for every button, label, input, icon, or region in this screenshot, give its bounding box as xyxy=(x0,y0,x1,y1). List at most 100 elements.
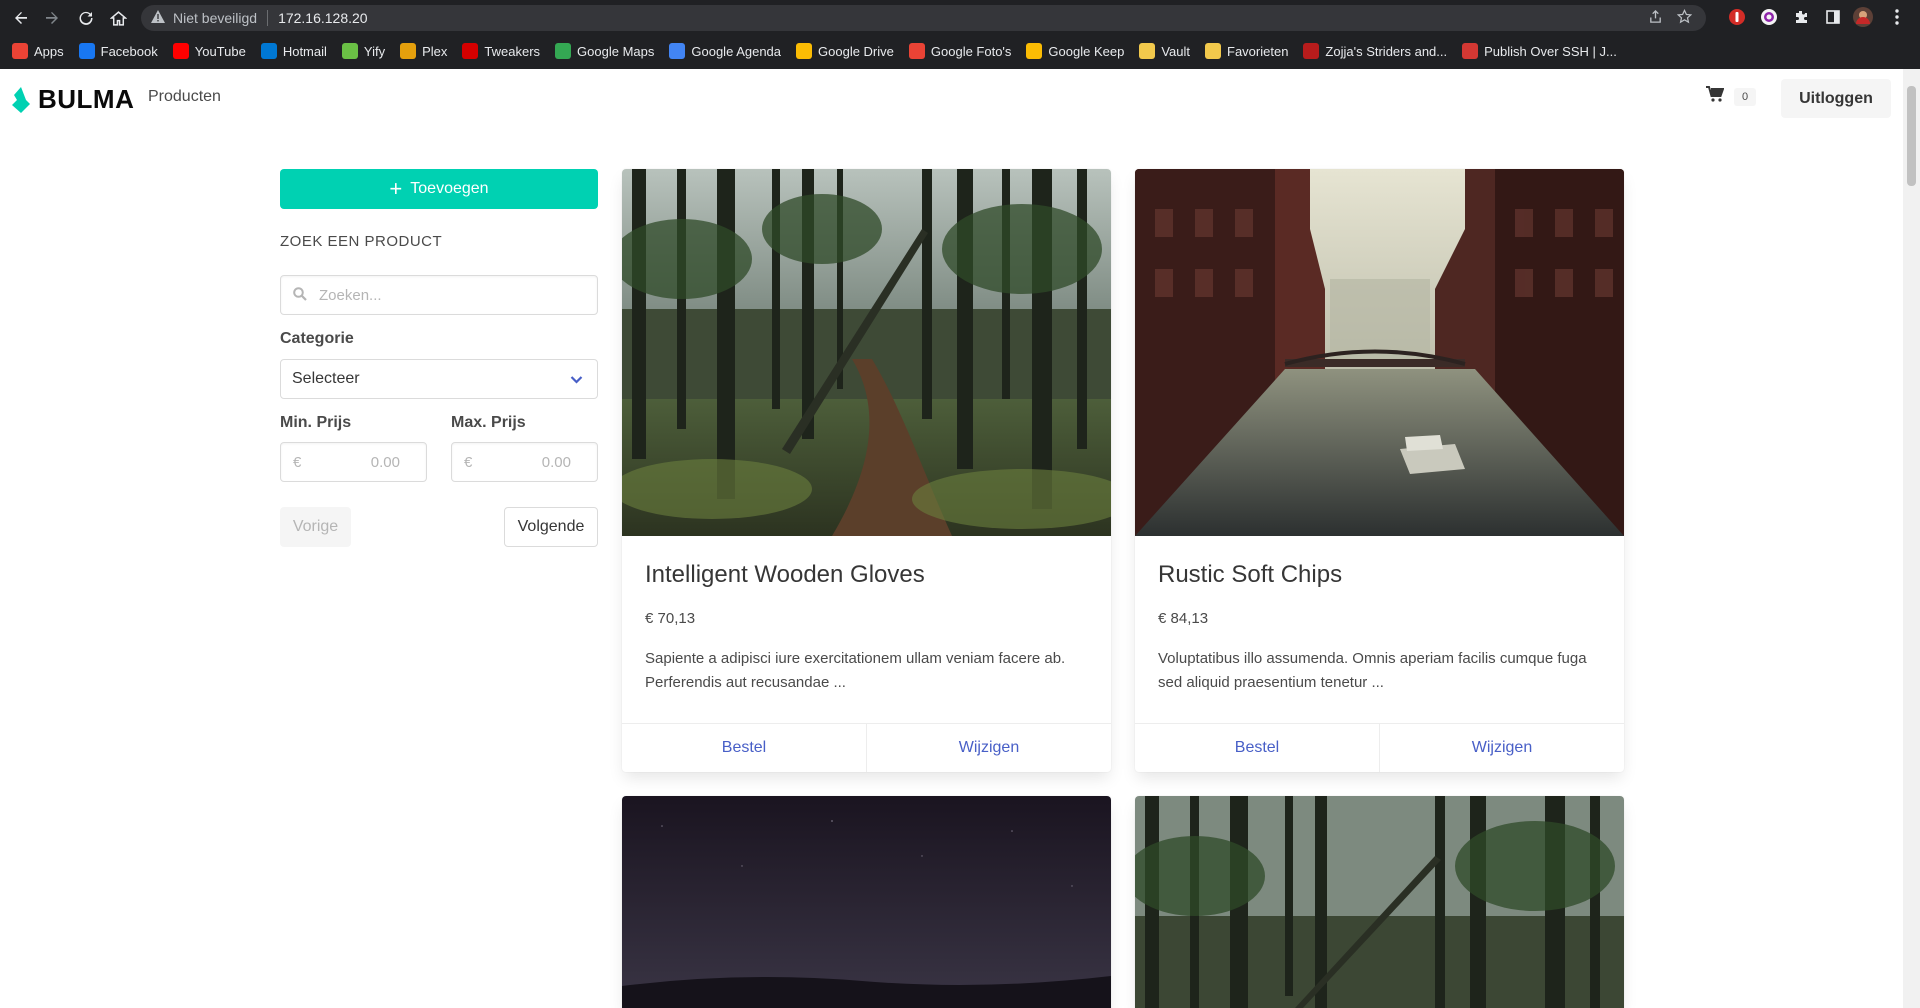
calendar-icon xyxy=(669,43,686,59)
bookmark-label: Vault xyxy=(1161,43,1190,59)
separator xyxy=(267,10,269,26)
bookmark-label: Apps xyxy=(34,43,64,59)
card-content: Rustic Soft Chips € 84,13 Voluptatibus i… xyxy=(1135,536,1624,723)
bookmark-label: Plex xyxy=(422,43,448,59)
omnibox-actions xyxy=(1648,8,1693,28)
bookmark-label: Tweakers xyxy=(484,43,541,59)
extension-icon[interactable] xyxy=(1758,6,1780,28)
product-card-partial xyxy=(1135,796,1624,1008)
back-icon[interactable] xyxy=(9,6,33,30)
home-icon[interactable] xyxy=(106,6,130,30)
reload-icon[interactable] xyxy=(74,6,98,30)
edit-button[interactable]: Wijzigen xyxy=(1379,724,1624,772)
youtube-icon xyxy=(172,43,189,59)
brand-logo[interactable]: BULMA xyxy=(12,84,134,115)
plus-icon: + xyxy=(389,176,403,201)
address-bar[interactable]: Niet beveiligd 172.16.128.20 xyxy=(141,5,1706,31)
product-image-night-sky xyxy=(622,796,1111,1008)
bookmark-item[interactable]: Plex xyxy=(400,43,447,59)
bookmark-item[interactable]: Hotmail xyxy=(260,43,327,59)
bookmarks-bar: Apps Facebook YouTube Hotmail Yify Plex Tweake… xyxy=(0,38,1920,64)
min-price-label: Min. Prijs xyxy=(280,414,352,431)
photos-icon xyxy=(908,43,925,59)
maps-pin-icon xyxy=(555,43,572,59)
navbar: BULMA Producten 0 Uitloggen xyxy=(0,69,1900,126)
folder-icon xyxy=(1139,43,1156,59)
yify-icon xyxy=(341,43,358,59)
edit-button[interactable]: Wijzigen xyxy=(866,724,1111,772)
search-field[interactable] xyxy=(280,275,598,315)
euro-icon: € xyxy=(293,453,302,471)
bookmark-label: Google Drive xyxy=(818,43,894,59)
add-product-button[interactable]: + Toevoegen xyxy=(280,169,598,209)
bookmark-item[interactable]: Vault xyxy=(1139,43,1190,59)
bookmark-item[interactable]: Google Maps xyxy=(555,43,654,59)
product-image-canal xyxy=(1135,169,1624,536)
drive-icon xyxy=(796,43,813,59)
bookmark-item[interactable]: Yify xyxy=(341,43,385,59)
max-price-placeholder: 0.00 xyxy=(541,453,571,471)
order-button[interactable]: Bestel xyxy=(1135,724,1379,772)
cart-button[interactable]: 0 xyxy=(1706,86,1757,107)
bookmark-item[interactable]: Zojja's Striders and... xyxy=(1303,43,1447,59)
bookmark-item[interactable]: Tweakers xyxy=(462,43,540,59)
category-selected-value: Selecteer xyxy=(292,370,360,387)
menu-kebab-icon[interactable] xyxy=(1886,6,1908,28)
bookmark-label: Google Maps xyxy=(577,43,655,59)
apps-grid-icon xyxy=(12,43,28,59)
max-price-label: Max. Prijs xyxy=(451,414,526,431)
side-panel-icon[interactable] xyxy=(1822,6,1844,28)
bookmark-item[interactable]: Google Foto's xyxy=(908,43,1011,59)
min-price-placeholder: 0.00 xyxy=(370,453,400,471)
bookmark-label: Google Keep xyxy=(1048,43,1125,59)
url-text[interactable]: 172.16.128.20 xyxy=(278,10,368,26)
bookmark-label: Hotmail xyxy=(282,43,327,59)
profile-avatar-icon[interactable] xyxy=(1852,6,1874,28)
page-scrollbar[interactable] xyxy=(1903,69,1920,1008)
product-description: Sapiente a adipisci iure exercitationem … xyxy=(645,650,1066,691)
facebook-icon xyxy=(78,43,95,59)
bookmark-item[interactable]: Google Agenda xyxy=(669,43,781,59)
search-heading: ZOEK EEN PRODUCT xyxy=(280,233,443,250)
bookmark-label: YouTube xyxy=(194,43,246,59)
next-page-button[interactable]: Volgende xyxy=(504,507,598,547)
category-select[interactable]: Selecteer xyxy=(280,359,598,399)
outlook-icon xyxy=(260,43,277,59)
nav-item-products[interactable]: Producten xyxy=(148,88,221,106)
bookmark-item[interactable]: Apps xyxy=(12,43,64,59)
bulma-logo-icon xyxy=(12,86,30,113)
keep-icon xyxy=(1026,43,1043,59)
bookmark-item[interactable]: Google Drive xyxy=(796,43,894,59)
bookmark-item[interactable]: Google Keep xyxy=(1026,43,1124,59)
scrollbar-thumb[interactable] xyxy=(1907,86,1916,186)
bookmark-item[interactable]: YouTube xyxy=(172,43,246,59)
share-icon[interactable] xyxy=(1648,9,1663,28)
product-card: Intelligent Wooden Gloves € 70,13 Sapien… xyxy=(622,169,1111,772)
search-input[interactable] xyxy=(319,286,579,304)
min-price-input[interactable]: € 0.00 xyxy=(280,442,427,482)
extensions-puzzle-icon[interactable] xyxy=(1790,6,1812,28)
bookmark-item[interactable]: Facebook xyxy=(78,43,158,59)
bookmark-item[interactable]: Favorieten xyxy=(1205,43,1288,59)
order-button[interactable]: Bestel xyxy=(622,724,866,772)
product-image-forest xyxy=(1135,796,1624,1008)
security-label[interactable]: Niet beveiligd xyxy=(173,10,257,26)
max-price-input[interactable]: € 0.00 xyxy=(451,442,598,482)
chevron-down-icon xyxy=(570,372,583,390)
browser-toolbar: Niet beveiligd 172.16.128.20 xyxy=(0,0,1920,36)
warning-icon xyxy=(151,10,165,26)
bookmark-label: Facebook xyxy=(100,43,158,59)
euro-icon: € xyxy=(464,453,473,471)
forward-icon[interactable] xyxy=(40,6,64,30)
search-icon xyxy=(293,286,307,304)
lastpass-extension-icon[interactable] xyxy=(1726,6,1748,28)
product-description: Voluptatibus illo assumenda. Omnis aperi… xyxy=(1158,650,1587,691)
tweakers-icon xyxy=(462,43,479,59)
previous-page-button[interactable]: Vorige xyxy=(280,507,351,547)
bookmark-item[interactable]: Publish Over SSH | J... xyxy=(1462,43,1617,59)
bookmark-star-icon[interactable] xyxy=(1676,8,1693,28)
logout-button[interactable]: Uitloggen xyxy=(1781,79,1891,118)
cart-count-badge: 0 xyxy=(1734,87,1757,106)
bookmark-label: Zojja's Striders and... xyxy=(1325,43,1448,59)
bookmark-label: Publish Over SSH | J... xyxy=(1484,43,1617,59)
